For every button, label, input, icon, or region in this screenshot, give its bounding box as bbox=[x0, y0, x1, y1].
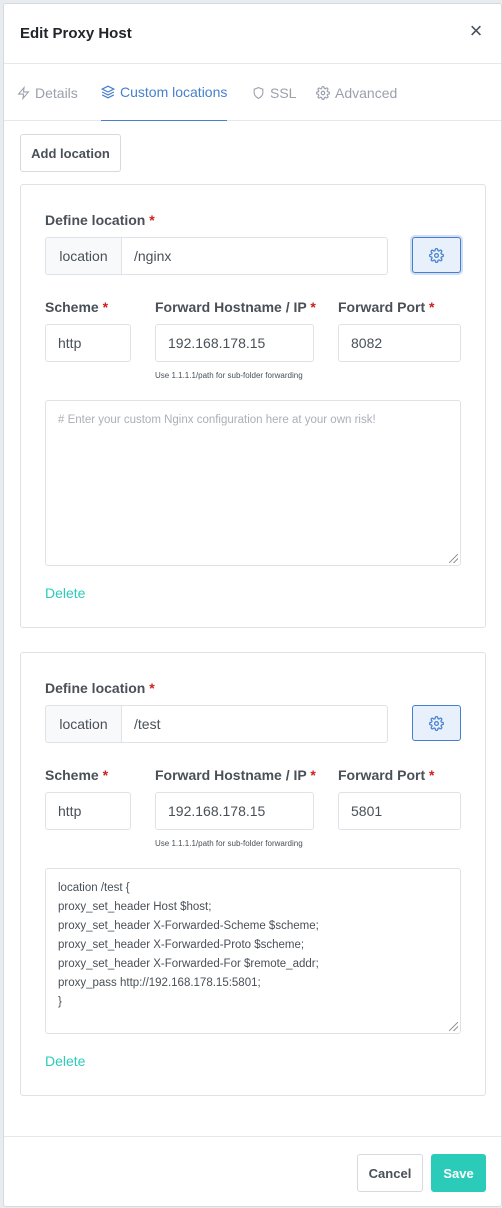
tab-custom-locations[interactable]: Custom locations bbox=[101, 64, 228, 121]
config-line: } bbox=[58, 996, 62, 1008]
location-addon: location bbox=[45, 705, 121, 743]
modal-footer: Cancel Save bbox=[4, 1136, 501, 1208]
forward-hostname-label: Forward Hostname / IP * bbox=[155, 299, 316, 315]
resize-handle[interactable] bbox=[449, 1022, 458, 1031]
custom-config-textarea[interactable]: # Enter your custom Nginx configuration … bbox=[45, 400, 461, 566]
tab-label: SSL bbox=[270, 84, 297, 101]
close-icon[interactable]: × bbox=[467, 20, 485, 42]
define-location-label: Define location * bbox=[45, 212, 155, 228]
gear-icon bbox=[429, 247, 444, 263]
location-input-group: location /test bbox=[45, 705, 388, 743]
layers-icon bbox=[101, 85, 115, 99]
tab-bar: Details Custom locations SSL Advanced bbox=[4, 64, 501, 121]
delete-location-link[interactable]: Delete bbox=[45, 585, 85, 601]
tab-ssl[interactable]: SSL bbox=[252, 64, 296, 121]
tab-label: Details bbox=[35, 84, 78, 101]
config-line: proxy_set_header X-Forwarded-For $remote… bbox=[58, 958, 319, 970]
hostname-help-text: Use 1.1.1.1/path for sub-folder forwardi… bbox=[155, 371, 303, 380]
zap-icon bbox=[17, 85, 30, 100]
location-settings-button[interactable] bbox=[412, 237, 461, 273]
save-button[interactable]: Save bbox=[431, 1154, 486, 1192]
shield-icon bbox=[253, 86, 264, 99]
tab-details[interactable]: Details bbox=[17, 64, 78, 121]
gear-icon bbox=[316, 85, 330, 100]
delete-location-link[interactable]: Delete bbox=[45, 1053, 85, 1069]
config-line: location /test { bbox=[58, 882, 130, 894]
config-line: proxy_set_header X-Forwarded-Proto $sche… bbox=[58, 939, 305, 951]
forward-hostname-input[interactable]: 192.168.178.15 bbox=[155, 792, 314, 830]
modal-title: Edit Proxy Host bbox=[20, 25, 132, 42]
forward-port-label: Forward Port * bbox=[338, 299, 435, 315]
hostname-help-text: Use 1.1.1.1/path for sub-folder forwardi… bbox=[155, 839, 303, 848]
forward-port-input[interactable]: 8082 bbox=[338, 324, 461, 362]
location-settings-button[interactable] bbox=[412, 705, 461, 741]
define-location-label: Define location * bbox=[45, 680, 155, 696]
tab-advanced[interactable]: Advanced bbox=[316, 64, 397, 121]
forward-port-label: Forward Port * bbox=[338, 767, 435, 783]
location-path-input[interactable]: /test bbox=[121, 705, 388, 743]
edit-proxy-host-modal: Edit Proxy Host × Details Custom locatio… bbox=[3, 3, 502, 1207]
location-addon: location bbox=[45, 237, 121, 275]
add-location-button[interactable]: Add location bbox=[20, 134, 121, 172]
gear-icon bbox=[429, 715, 444, 731]
forward-hostname-input[interactable]: 192.168.178.15 bbox=[155, 324, 314, 362]
scheme-input[interactable]: http bbox=[45, 324, 131, 362]
config-line: proxy_set_header Host $host; bbox=[58, 901, 212, 913]
scheme-input[interactable]: http bbox=[45, 792, 131, 830]
modal-header: Edit Proxy Host × bbox=[4, 4, 501, 64]
location-path-input[interactable]: /nginx bbox=[121, 237, 388, 275]
location-card: Define location * location /nginx Scheme… bbox=[20, 184, 486, 628]
location-card: Define location * location /test Scheme … bbox=[20, 652, 486, 1096]
tab-label: Custom locations bbox=[120, 84, 228, 100]
forward-hostname-label: Forward Hostname / IP * bbox=[155, 767, 316, 783]
location-input-group: location /nginx bbox=[45, 237, 388, 275]
custom-config-textarea[interactable]: location /test { proxy_set_header Host $… bbox=[45, 868, 461, 1034]
forward-port-input[interactable]: 5801 bbox=[338, 792, 461, 830]
tab-label: Advanced bbox=[335, 84, 398, 101]
textarea-placeholder: # Enter your custom Nginx configuration … bbox=[58, 414, 376, 426]
config-line: proxy_pass http://192.168.178.15:5801; bbox=[58, 977, 261, 989]
resize-handle[interactable] bbox=[449, 554, 458, 563]
config-line: proxy_set_header X-Forwarded-Scheme $sch… bbox=[58, 920, 319, 932]
scheme-label: Scheme * bbox=[45, 299, 109, 315]
scheme-label: Scheme * bbox=[45, 767, 109, 783]
cancel-button[interactable]: Cancel bbox=[357, 1154, 423, 1192]
